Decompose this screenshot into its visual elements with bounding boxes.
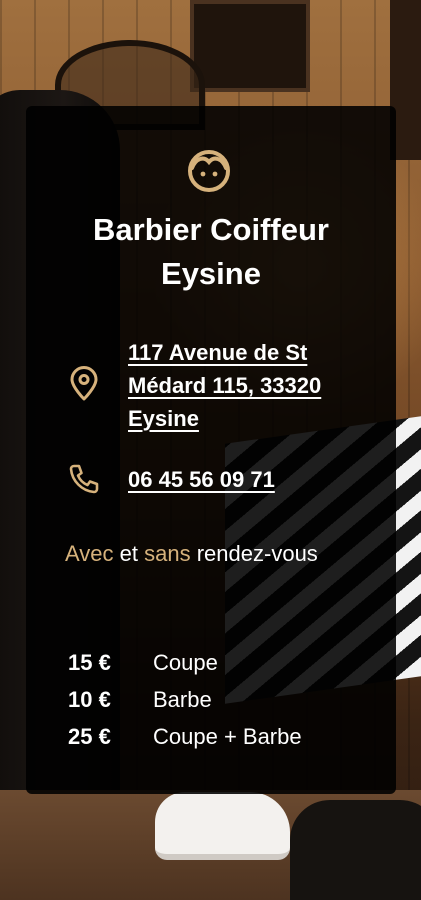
price-amount: 10 € — [68, 686, 111, 712]
price-label: Coupe — [153, 649, 218, 675]
price-label: Coupe + Barbe — [153, 723, 302, 749]
business-title: Barbier Coiffeur Eysine — [26, 208, 396, 296]
price-amount: 25 € — [68, 723, 111, 749]
phone-link[interactable]: 06 45 56 09 71 — [128, 463, 368, 496]
price-amount: 15 € — [68, 649, 111, 675]
appointment-word-et: et — [119, 541, 138, 566]
price-row: 25 € Coupe + Barbe — [68, 718, 388, 755]
business-title-line1: Barbier Coiffeur — [93, 212, 329, 247]
address-line3: Eysine — [128, 406, 199, 431]
background-chair-base — [290, 800, 421, 900]
price-row: 10 € Barbe — [68, 681, 388, 718]
price-list: 15 € Coupe 10 € Barbe 25 € Coupe + Barbe — [68, 644, 388, 755]
phone-icon — [69, 464, 99, 494]
appointment-word-rendez-vous: rendez-vous — [196, 541, 318, 566]
address-line2: Médard 115, 33320 — [128, 373, 322, 398]
appointment-info: Avec et sans rendez-vous — [65, 536, 365, 572]
address-line1: 117 Avenue de St — [128, 340, 308, 365]
barber-face-icon — [188, 150, 230, 192]
price-row: 15 € Coupe — [68, 644, 388, 681]
business-title-line2: Eysine — [161, 256, 261, 291]
appointment-word-avec: Avec — [65, 541, 114, 566]
background-sneaker — [155, 792, 290, 860]
address-link[interactable]: 117 Avenue de St Médard 115, 33320 Eysin… — [128, 336, 368, 435]
appointment-word-sans: sans — [144, 541, 191, 566]
background-wall-frame — [190, 0, 310, 92]
price-label: Barbe — [153, 686, 212, 712]
map-pin-icon — [70, 366, 98, 401]
